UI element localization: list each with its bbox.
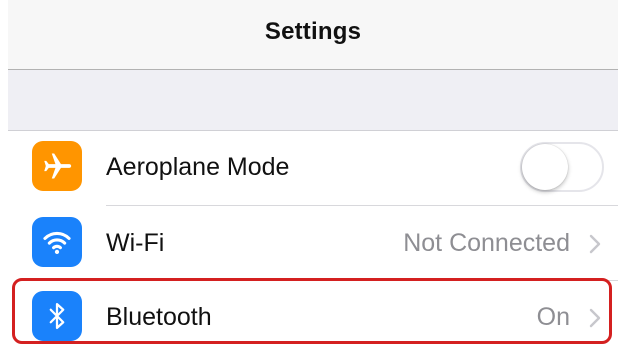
bluetooth-status-value: On [536,303,570,331]
wifi-status-value: Not Connected [403,229,570,257]
wifi-label: Wi-Fi [106,229,165,257]
section-header-spacer [8,70,618,131]
aeroplane-mode-toggle[interactable] [520,142,604,192]
navigation-bar: Settings [8,0,618,70]
settings-row-bluetooth[interactable]: Bluetooth On [8,281,618,347]
chevron-right-icon [589,308,601,328]
settings-row-aeroplane-mode[interactable]: Aeroplane Mode [8,131,618,206]
aeroplane-mode-label: Aeroplane Mode [106,153,290,181]
settings-list: Aeroplane Mode Wi-Fi Not Connected Bluet… [8,131,618,347]
settings-row-wifi[interactable]: Wi-Fi Not Connected [8,206,618,281]
airplane-icon [32,141,82,191]
chevron-right-icon [589,234,601,254]
settings-screen: Settings Aeroplane Mode Wi-Fi Not Connec… [0,0,624,347]
wifi-icon [32,217,82,267]
toggle-knob [522,144,568,190]
page-title: Settings [264,18,362,45]
bluetooth-label: Bluetooth [106,303,212,331]
bluetooth-icon [32,291,82,341]
